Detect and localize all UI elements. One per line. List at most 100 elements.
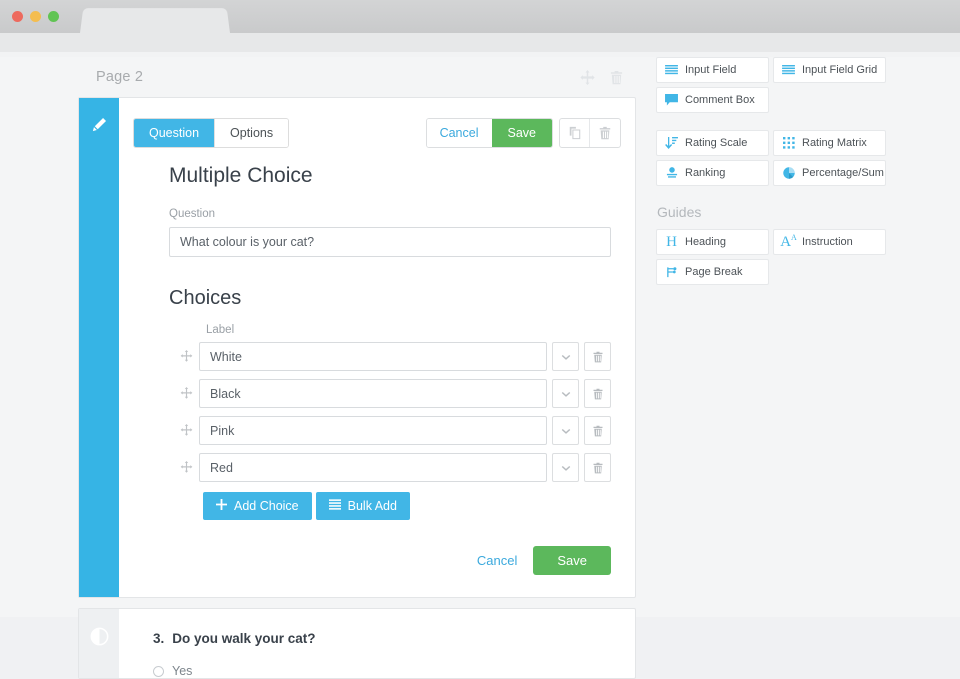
list-lines-icon [328, 499, 341, 513]
drag-handle-icon[interactable] [173, 350, 199, 363]
question-text: Do you walk your cat? [172, 631, 316, 646]
next-question-title: 3. Do you walk your cat? [153, 631, 611, 646]
page-title: Page 2 [96, 69, 144, 85]
browser-tab[interactable] [80, 8, 230, 33]
editor-icon-group [559, 118, 621, 148]
input-field-icon [665, 64, 678, 77]
editor-footer: Cancel Save [119, 520, 635, 597]
trash-icon[interactable] [584, 379, 611, 408]
drag-handle-icon[interactable] [173, 387, 199, 400]
tab-question[interactable]: Question [134, 119, 216, 147]
save-button[interactable]: Save [491, 119, 552, 147]
choice-row [180, 379, 611, 408]
choice-row [180, 453, 611, 482]
palette-item-label: Comment Box [685, 94, 755, 106]
footer-save-button[interactable]: Save [533, 546, 611, 575]
palette-item-label: Input Field [685, 64, 737, 76]
palette-item-label: Rating Matrix [802, 137, 867, 149]
chevron-down-icon[interactable] [552, 453, 579, 482]
palette-item-input-field-grid[interactable]: Input Field Grid [773, 57, 886, 83]
question-number: 3. [153, 631, 165, 646]
question-input[interactable] [169, 227, 611, 257]
maximize-window-button[interactable] [48, 11, 59, 22]
card-rail-next [79, 609, 119, 678]
guides-heading: Guides [657, 204, 702, 220]
palette-item-rating-matrix[interactable]: Rating Matrix [773, 130, 886, 156]
choice-action-buttons: Add Choice Bulk Add [203, 492, 611, 520]
palette-item-percentage-sum[interactable]: Percentage/Sum [773, 160, 886, 186]
page-header-actions [580, 69, 636, 85]
add-choice-label: Add Choice [234, 499, 299, 513]
add-choice-button[interactable]: Add Choice [203, 492, 312, 520]
bulk-add-label: Bulk Add [347, 499, 397, 513]
chevron-down-icon[interactable] [552, 342, 579, 371]
trash-icon[interactable] [584, 342, 611, 371]
tab-options[interactable]: Options [215, 119, 289, 147]
palette-item-input-field[interactable]: Input Field [656, 57, 769, 83]
radio-icon[interactable] [153, 665, 164, 677]
editor-toolbar-actions: Cancel Save [425, 118, 621, 148]
bulk-add-button[interactable]: Bulk Add [315, 492, 410, 520]
drag-handle-icon[interactable] [173, 424, 199, 437]
choices-heading: Choices [169, 287, 242, 309]
radio-label: Yes [172, 664, 193, 678]
move-icon[interactable] [580, 69, 595, 85]
next-question-card: 3. Do you walk your cat? Yes [78, 608, 636, 679]
choice-input[interactable] [199, 416, 547, 445]
palette-item-label: Page Break [685, 266, 743, 278]
trash-icon[interactable] [584, 453, 611, 482]
choice-input[interactable] [199, 342, 547, 371]
minimize-window-button[interactable] [30, 11, 41, 22]
choices-area: Label White Black Pink Red Add Choice Bu… [169, 324, 611, 520]
instruction-icon: AA [780, 233, 797, 250]
rating-matrix-icon [782, 137, 795, 150]
palette-item-ranking[interactable]: Ranking [656, 160, 769, 186]
palette-item-page-break[interactable]: Page Break [656, 259, 769, 285]
chevron-down-icon[interactable] [552, 379, 579, 408]
palette-item-instruction[interactable]: AA Instruction [773, 229, 886, 255]
question-editor-body: Question Options Cancel Save Multiple Ch… [119, 98, 635, 597]
choice-row [180, 416, 611, 445]
choice-row [180, 342, 611, 371]
palette-item-label: Ranking [685, 167, 726, 179]
trash-icon[interactable] [584, 416, 611, 445]
page-header: Page 2 [78, 57, 636, 97]
palette-item-label: Rating Scale [685, 137, 748, 149]
choice-input[interactable] [199, 453, 547, 482]
rating-scale-icon [665, 137, 678, 150]
ranking-icon [665, 167, 678, 180]
trash-icon[interactable] [590, 119, 620, 147]
traffic-lights [12, 11, 59, 22]
editor-column: Page 2 Question Options Cancel Save Mult… [78, 57, 636, 679]
browser-toolbar [0, 33, 960, 52]
card-rail-edit [79, 98, 119, 597]
comment-box-icon [665, 94, 678, 107]
close-window-button[interactable] [12, 11, 23, 22]
copy-icon[interactable] [560, 119, 590, 147]
palette-item-rating-scale[interactable]: Rating Scale [656, 130, 769, 156]
trash-icon[interactable] [609, 70, 624, 85]
choice-input[interactable] [199, 379, 547, 408]
question-editor-card: Question Options Cancel Save Multiple Ch… [78, 97, 636, 598]
contrast-icon [90, 627, 109, 678]
chevron-down-icon[interactable] [552, 416, 579, 445]
palette-item-label: Input Field Grid [802, 64, 878, 76]
palette-item-label: Heading [685, 236, 726, 248]
palette-item-comment-box[interactable]: Comment Box [656, 87, 769, 113]
cancel-button[interactable]: Cancel [426, 119, 492, 147]
radio-option[interactable]: Yes [153, 664, 611, 678]
palette-item-heading[interactable]: H Heading [656, 229, 769, 255]
app-page: Page 2 Question Options Cancel Save Mult… [0, 57, 960, 679]
palette-elements-group: Input Field Input Field Grid Comment Box [656, 57, 896, 186]
plus-icon [216, 499, 227, 513]
drag-handle-icon[interactable] [173, 461, 199, 474]
next-question-body: 3. Do you walk your cat? Yes [119, 609, 635, 678]
page-break-icon [665, 266, 678, 279]
footer-cancel-button[interactable]: Cancel [477, 553, 517, 568]
editor-tabs: Question Options [133, 118, 290, 148]
palette-item-label: Percentage/Sum [802, 167, 884, 179]
percentage-sum-icon [782, 167, 795, 180]
editor-heading: Multiple Choice [169, 164, 313, 187]
browser-chrome [0, 0, 960, 33]
editor-toolbar: Question Options Cancel Save [119, 98, 635, 154]
